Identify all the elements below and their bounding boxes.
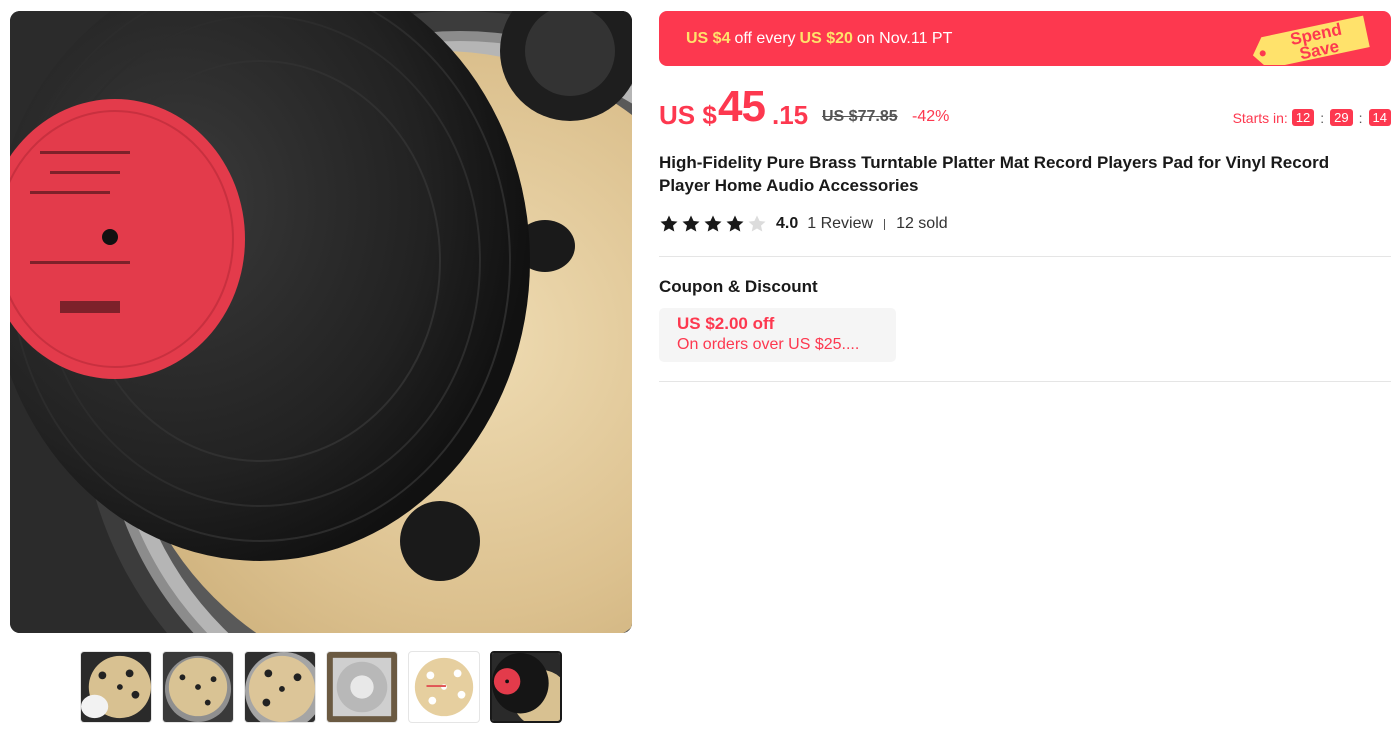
price-decimal: .15 [772,100,809,130]
thumbnail-3[interactable] [244,651,316,723]
section-divider [659,256,1391,257]
rating-value: 4.0 [776,215,799,232]
price-row: US $ 45 .15 US $77.85 -42% Starts in: 12… [659,82,1391,132]
price-integer: 45 [718,82,766,131]
rating-row: 4.0 1 Review 12 sold [659,214,948,234]
reviews-link[interactable]: 1 Review [807,215,873,233]
promo-amount: US $4 [686,29,731,47]
original-price: US $77.85 [822,108,898,125]
rating-stars [659,214,767,234]
promo-threshold: US $20 [799,29,853,47]
thumbnail-4[interactable] [326,651,398,723]
sold-count: 12 sold [896,215,948,232]
countdown-separator: : [1320,109,1325,126]
countdown-separator: : [1358,109,1363,126]
star-filled-icon [725,214,745,234]
thumbnail-5[interactable] [408,651,480,723]
countdown-timer: Starts in: 12 : 29 : 14 [1233,109,1391,126]
star-filled-icon [659,214,679,234]
section-divider [659,381,1391,382]
thumbnail-1[interactable] [80,651,152,723]
coupon-condition: On orders over US $25.... [677,336,860,353]
main-product-image[interactable] [10,11,632,633]
star-empty-icon [747,214,767,234]
coupon-card[interactable]: US $2.00 off On orders over US $25.... [659,308,896,362]
thumbnail-2[interactable] [162,651,234,723]
star-filled-icon [681,214,701,234]
product-title: High-Fidelity Pure Brass Turntable Platt… [659,153,1330,195]
star-filled-icon [703,214,723,234]
countdown-label: Starts in: [1232,109,1288,126]
discount-percent: -42% [912,108,950,125]
price-currency: US $ [659,100,717,130]
countdown-seconds: 14 [1368,109,1391,126]
countdown-hours: 12 [1291,109,1315,126]
promo-date: on Nov.11 PT [856,29,953,47]
promo-banner: US $4 off every US $20 on Nov.11 PT Spen… [659,11,1391,66]
countdown-minutes: 29 [1330,109,1353,126]
coupon-heading: Coupon & Discount [659,277,818,296]
coupon-amount: US $2.00 off [677,314,775,333]
main-image-graphic [10,11,632,633]
thumbnail-strip [80,651,562,723]
spend-save-badge: Spend Save [1245,15,1377,65]
promo-text: off every [734,29,796,47]
divider [884,218,886,230]
thumbnail-6[interactable] [490,651,562,723]
